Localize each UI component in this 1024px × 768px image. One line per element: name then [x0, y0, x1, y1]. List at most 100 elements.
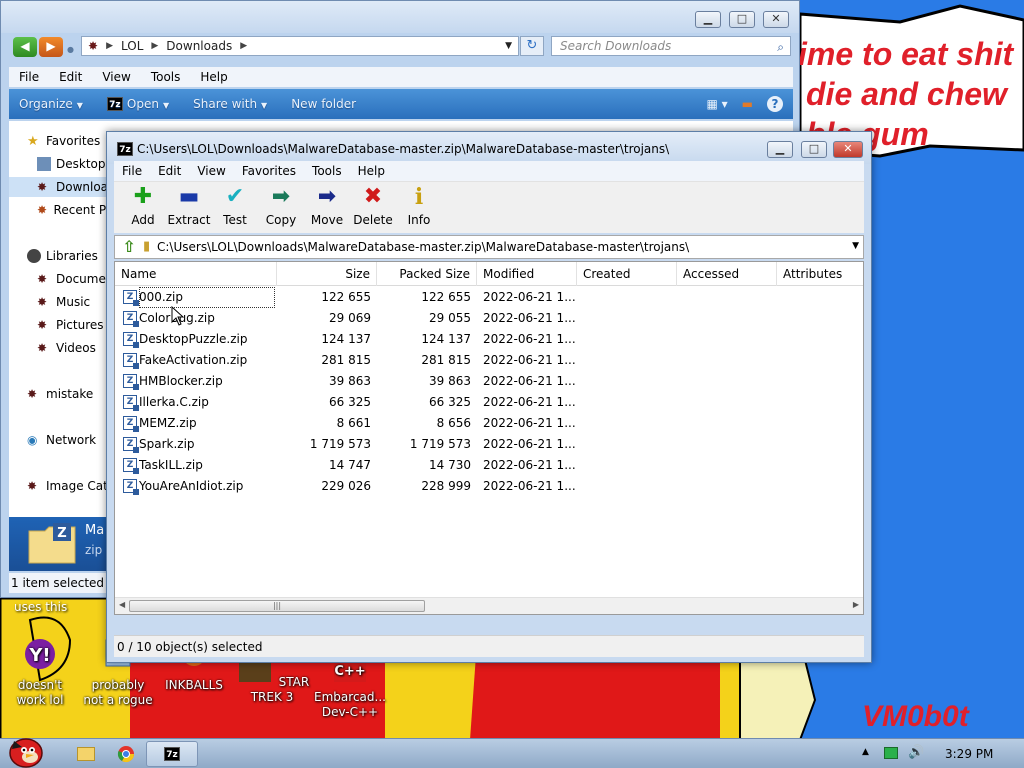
file-size: 39 863 [329, 374, 371, 388]
test-button[interactable]: ✔ Test [212, 184, 258, 232]
organize-button[interactable]: Organize ▼ [9, 97, 97, 111]
help-icon[interactable]: ? [767, 96, 783, 112]
nav-libraries[interactable]: Libraries [27, 246, 109, 266]
file-row[interactable]: Z FakeActivation.zip 281 815 281 815 2022-06… [115, 350, 863, 371]
close-button[interactable]: ✕ [833, 141, 863, 158]
seven-zip-titlebar[interactable]: 7z C:\Users\LOL\Downloads\MalwareDatabas… [107, 132, 871, 164]
menu-tools[interactable]: Tools [304, 164, 350, 178]
path-bar[interactable]: ⇧ ▮ C:\Users\LOL\Downloads\MalwareDataba… [114, 235, 864, 259]
scrollbar-thumb[interactable]: ||| [129, 600, 425, 612]
nav-mistake[interactable]: ✸ mistake [27, 384, 109, 404]
nav-downloads[interactable]: ✸Downloads [9, 177, 109, 197]
archive-file-list[interactable]: Name Size Packed Size Modified Created A… [114, 261, 864, 615]
seven-zip-window[interactable]: 7z C:\Users\LOL\Downloads\MalwareDatabas… [106, 131, 872, 663]
scroll-left-icon[interactable]: ◀ [119, 600, 125, 609]
nav-documents[interactable]: ✸Documents [37, 269, 109, 289]
copy-button[interactable]: ➡ Copy [258, 184, 304, 232]
nav-pictures[interactable]: ✸ Pictures [37, 315, 109, 335]
nav-network[interactable]: ◉ Network [27, 430, 109, 450]
minimize-button[interactable]: ▁ [695, 11, 721, 28]
file-row[interactable]: Z HMBlocker.zip 39 863 39 863 2022-06-21 1..… [115, 371, 863, 392]
tray-overflow-icon[interactable]: ▲ [862, 747, 869, 757]
file-row[interactable]: Z MEMZ.zip 8 661 8 656 2022-06-21 1... [115, 413, 863, 434]
seven-zip-toolbar: ✚ Add ▬ Extract ✔ Test ➡ Copy ➡ Move ✖ Delete … [114, 181, 864, 233]
share-with-button[interactable]: Share with ▼ [183, 97, 281, 111]
address-bar[interactable]: ✸ ▶ LOL ▶ Downloads ▶ ▼ [81, 36, 519, 56]
file-row[interactable]: Z DesktopPuzzle.zip 124 137 124 137 2022-06-… [115, 329, 863, 350]
menu-file[interactable]: File [114, 164, 150, 178]
clock[interactable]: 3:29 PM [945, 747, 993, 761]
file-row[interactable]: Z 000.zip 122 655 122 655 2022-06-21 1... [115, 287, 863, 308]
breadcrumb-chevron-icon: ▶ [240, 41, 248, 51]
menu-help[interactable]: Help [350, 164, 393, 178]
up-folder-button[interactable]: ⇧ [119, 238, 139, 256]
menu-edit[interactable]: Edit [150, 164, 189, 178]
path-dropdown-icon[interactable]: ▼ [852, 241, 859, 251]
back-button[interactable]: ◀ [13, 37, 37, 57]
column-packed-size[interactable]: Packed Size [377, 262, 477, 286]
delete-button[interactable]: ✖ Delete [350, 184, 396, 232]
column-accessed[interactable]: Accessed [677, 262, 777, 286]
scroll-right-icon[interactable]: ▶ [853, 600, 859, 609]
recent-pages-icon[interactable]: ● [67, 45, 74, 54]
file-row[interactable]: ZColorBug.zip 29 069 29 055 2022-06-21 1... [115, 308, 863, 329]
nav-image-cat[interactable]: ✸ Image Cat [27, 476, 109, 496]
column-created[interactable]: Created [577, 262, 677, 286]
maximize-button[interactable]: □ [801, 141, 827, 158]
explorer-command-bar: Organize ▼ 7z Open ▼ Share with ▼ New folder… [9, 89, 793, 119]
file-row[interactable]: Z Spark.zip 1 719 573 1 719 573 2022-06-21 1… [115, 434, 863, 455]
menu-tools[interactable]: Tools [141, 70, 191, 84]
nav-recent-places[interactable]: ✸Recent Places [37, 200, 109, 220]
new-folder-button[interactable]: New folder [281, 97, 370, 111]
info-button[interactable]: i Info [396, 184, 442, 232]
menu-view[interactable]: View [189, 164, 233, 178]
search-icon[interactable]: ⌕ [777, 38, 784, 56]
taskbar-chrome-button[interactable] [100, 741, 152, 767]
column-size[interactable]: Size [277, 262, 377, 286]
preview-pane-icon[interactable]: ▬ [742, 97, 753, 111]
forward-button[interactable]: ▶ [39, 37, 63, 57]
move-button[interactable]: ➡ Move [304, 184, 350, 232]
menu-view[interactable]: View [92, 70, 140, 84]
nav-videos[interactable]: ✸ Videos [37, 338, 109, 358]
file-row[interactable]: Z TaskILL.zip 14 747 14 730 2022-06-21 1... [115, 455, 863, 476]
file-row[interactable]: Z YouAreAnIdiot.zip 229 026 228 999 2022-06-… [115, 476, 863, 497]
column-name[interactable]: Name [115, 262, 277, 286]
explorer-titlebar[interactable]: ▁ □ ✕ [1, 1, 799, 33]
bug-folder-icon: ✸ [88, 39, 99, 53]
breadcrumb-item[interactable]: LOL [121, 39, 143, 53]
desktop-icon-star-trek[interactable]: STAR TREK 3 [234, 656, 310, 705]
minimize-button[interactable]: ▁ [767, 141, 793, 158]
search-input[interactable]: Search Downloads ⌕ [551, 36, 791, 56]
menu-favorites[interactable]: Favorites [234, 164, 304, 178]
desktop-icon-devcpp[interactable]: C++ Embarcad... Dev-C++ [312, 656, 388, 720]
file-modified: 2022-06-21 1... [483, 437, 575, 451]
nav-favorites[interactable]: ★ Favorites [27, 131, 109, 151]
file-modified: 2022-06-21 1... [483, 353, 575, 367]
taskbar-seven-zip-button[interactable]: 7z [146, 741, 198, 767]
horizontal-scrollbar[interactable]: ◀ ||| ▶ [115, 597, 863, 614]
menu-edit[interactable]: Edit [49, 70, 92, 84]
open-button[interactable]: 7z Open ▼ [97, 97, 183, 112]
view-options-icon[interactable]: ▦ ▾ [706, 97, 727, 111]
volume-icon[interactable]: 🔊 [908, 745, 924, 760]
path-text[interactable]: C:\Users\LOL\Downloads\MalwareDatabase-m… [157, 240, 689, 254]
nav-music[interactable]: ✸ Music [37, 292, 109, 312]
refresh-button[interactable]: ↻ [520, 36, 544, 56]
nav-desktop[interactable]: Desktop [37, 154, 109, 174]
menu-help[interactable]: Help [190, 70, 237, 84]
column-attributes[interactable]: Attributes [777, 262, 863, 286]
maximize-button[interactable]: □ [729, 11, 755, 28]
start-button[interactable] [6, 729, 46, 768]
menu-file[interactable]: File [9, 70, 49, 84]
address-dropdown-icon[interactable]: ▼ [505, 41, 512, 51]
add-button[interactable]: ✚ Add [120, 184, 166, 232]
folder-icon: ▮ [143, 239, 151, 254]
desktop-icon-yahoo[interactable]: Y! doesn't work lol [2, 636, 78, 708]
network-tray-icon[interactable] [884, 747, 898, 759]
close-button[interactable]: ✕ [763, 11, 789, 28]
file-row[interactable]: Z Illerka.C.zip 66 325 66 325 2022-06-21 1..… [115, 392, 863, 413]
extract-button[interactable]: ▬ Extract [166, 184, 212, 232]
breadcrumb-item[interactable]: Downloads [166, 39, 232, 53]
column-modified[interactable]: Modified [477, 262, 577, 286]
